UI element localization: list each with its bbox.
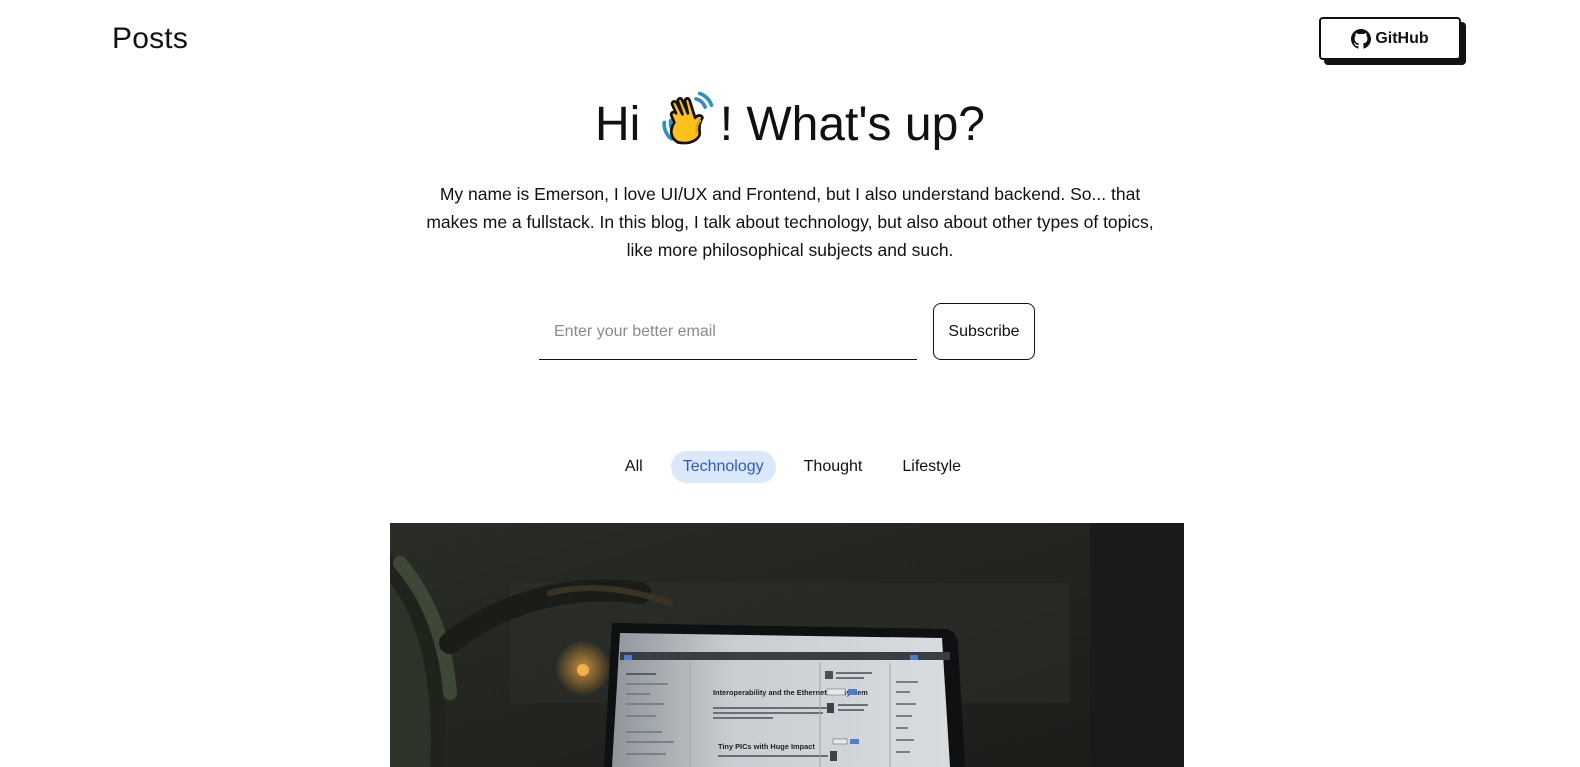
email-input[interactable]: [539, 304, 917, 360]
tab-lifestyle[interactable]: Lifestyle: [890, 451, 973, 483]
tab-all[interactable]: All: [613, 451, 655, 483]
github-button[interactable]: GitHub: [1319, 17, 1461, 60]
tab-technology[interactable]: Technology: [670, 451, 776, 483]
featured-post-image[interactable]: Interoperability and the Ethernet Ecosys…: [390, 523, 1184, 767]
hero-title: Hi ! What's up?: [0, 88, 1580, 158]
github-button-wrap: GitHub: [1319, 17, 1466, 65]
hero-title-question: ! What's up?: [719, 98, 985, 151]
tab-thought[interactable]: Thought: [792, 451, 875, 483]
github-icon: [1351, 28, 1372, 49]
category-tabs: All Technology Thought Lifestyle: [0, 451, 1580, 483]
screen-subheadline: Tiny PICs with Huge Impact: [718, 742, 815, 751]
github-label: GitHub: [1375, 29, 1429, 47]
brand-title[interactable]: Posts: [112, 22, 188, 56]
subscribe-button[interactable]: Subscribe: [933, 303, 1035, 360]
waving-hand-icon: [658, 88, 716, 158]
hero-title-greeting: Hi: [595, 98, 641, 151]
page: Posts GitHub Hi ! What's up? My name is …: [0, 0, 1580, 767]
intro-text: My name is Emerson, I love UI/UX and Fro…: [426, 184, 1154, 260]
